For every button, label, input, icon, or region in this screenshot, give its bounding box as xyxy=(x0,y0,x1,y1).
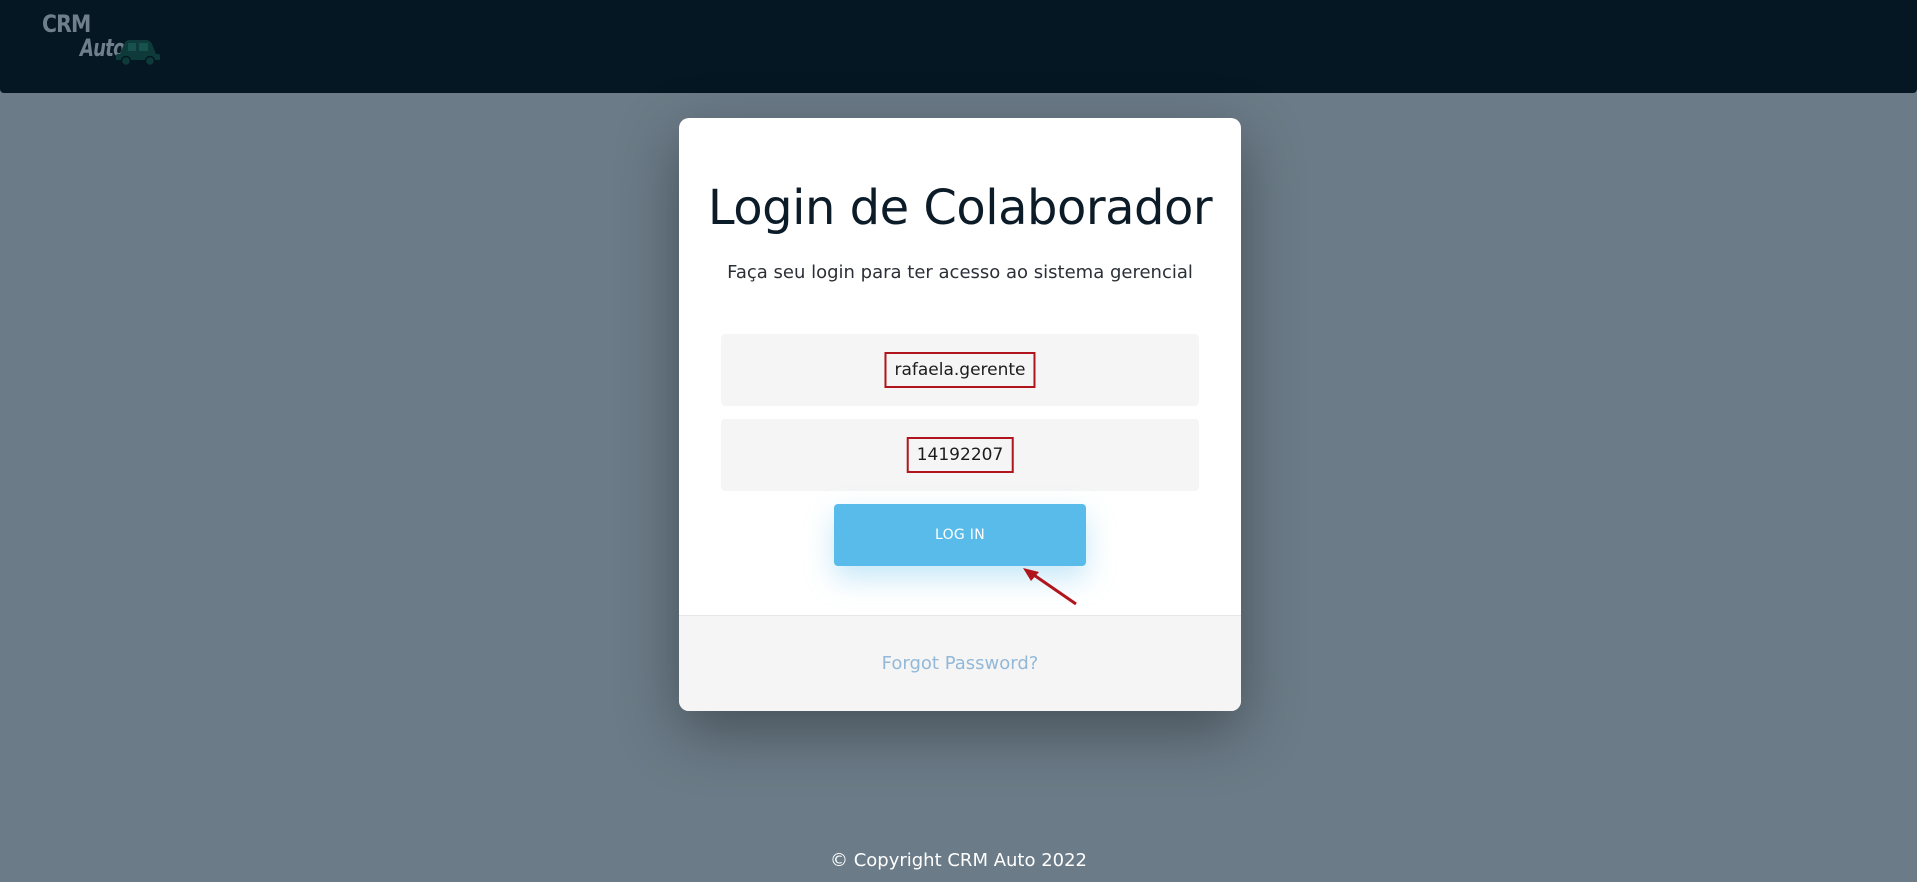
arrow-pointer-icon xyxy=(1023,568,1077,606)
username-field[interactable]: rafaela.gerente xyxy=(721,334,1199,406)
login-button[interactable]: LOG IN xyxy=(834,504,1086,566)
login-subtitle: Faça seu login para ter acesso ao sistem… xyxy=(727,262,1193,283)
login-card-footer: Forgot Password? xyxy=(679,615,1241,711)
password-field[interactable]: 14192207 xyxy=(721,419,1199,491)
car-icon xyxy=(116,40,160,66)
login-card: Login de Colaborador Faça seu login para… xyxy=(679,118,1241,711)
username-value: rafaela.gerente xyxy=(884,352,1036,388)
password-value: 14192207 xyxy=(906,437,1014,473)
page-title: Login de Colaborador xyxy=(707,180,1213,236)
crm-auto-logo[interactable]: CRM Auto xyxy=(42,10,172,70)
forgot-password-link[interactable]: Forgot Password? xyxy=(679,653,1241,674)
top-navbar: CRM Auto xyxy=(0,0,1917,93)
copyright-text: © Copyright CRM Auto 2022 xyxy=(829,850,1088,871)
